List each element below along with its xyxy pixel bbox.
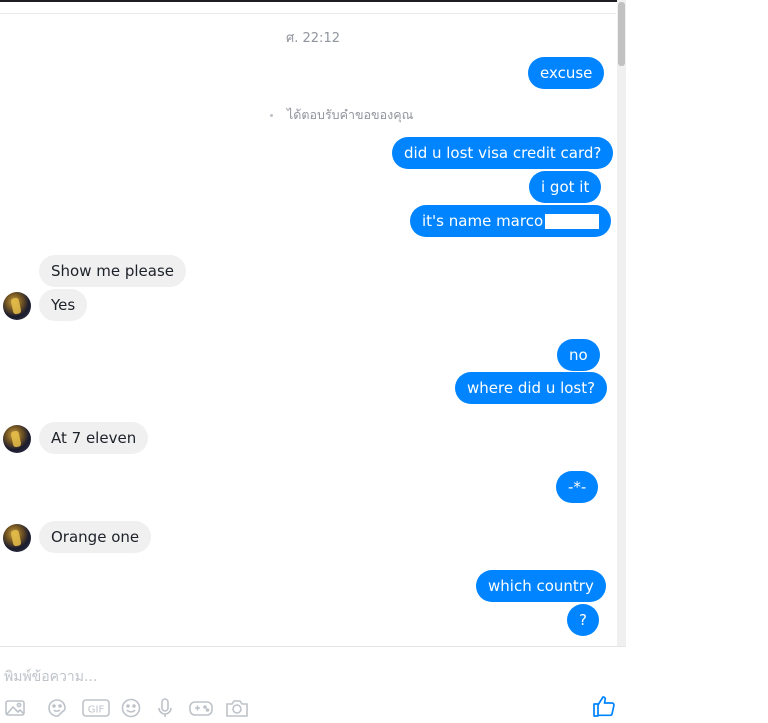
message-outgoing[interactable]: which country xyxy=(476,570,606,602)
contact-avatar[interactable] xyxy=(3,425,31,453)
contact-avatar[interactable] xyxy=(3,524,31,552)
message-outgoing[interactable]: -*- xyxy=(556,471,599,503)
conversation-timestamp: ศ. 22:12 xyxy=(286,31,340,46)
message-outgoing[interactable]: ? xyxy=(567,604,599,636)
message-outgoing[interactable]: excuse xyxy=(528,57,605,89)
request-accepted-notice: ได้ตอบรับคำขอของคุณ xyxy=(270,105,413,125)
message-outgoing[interactable]: it's name marco xyxy=(410,205,612,237)
message-incoming[interactable]: Yes xyxy=(39,289,88,321)
notice-text: ได้ตอบรับคำขอของคุณ xyxy=(287,107,414,122)
message-text: it's name marco xyxy=(422,212,544,230)
message-outgoing[interactable]: i got it xyxy=(529,171,602,203)
message-outgoing[interactable]: where did u lost? xyxy=(455,372,608,404)
message-incoming[interactable]: Show me please xyxy=(39,255,187,287)
message-incoming[interactable]: At 7 eleven xyxy=(39,422,149,454)
message-outgoing[interactable]: no xyxy=(557,339,600,371)
svg-text:GIF: GIF xyxy=(88,705,105,716)
message-outgoing[interactable]: did u lost visa credit card? xyxy=(392,137,614,169)
message-incoming[interactable]: Orange one xyxy=(39,521,152,553)
thumbs-up-icon[interactable] xyxy=(592,694,616,718)
thread-scrollbar[interactable] xyxy=(617,0,626,646)
notice-dot xyxy=(270,114,273,117)
message-thread[interactable]: ศ. 22:12 excuse ได้ตอบรับคำขอของคุณ did … xyxy=(0,0,626,646)
redacted-name xyxy=(545,214,600,229)
scrollbar-thumb[interactable] xyxy=(618,2,625,66)
composer: พิมพ์ข้อความ... GIF xyxy=(0,646,626,718)
contact-avatar[interactable] xyxy=(3,292,31,320)
message-input[interactable]: พิมพ์ข้อความ... xyxy=(4,666,97,688)
